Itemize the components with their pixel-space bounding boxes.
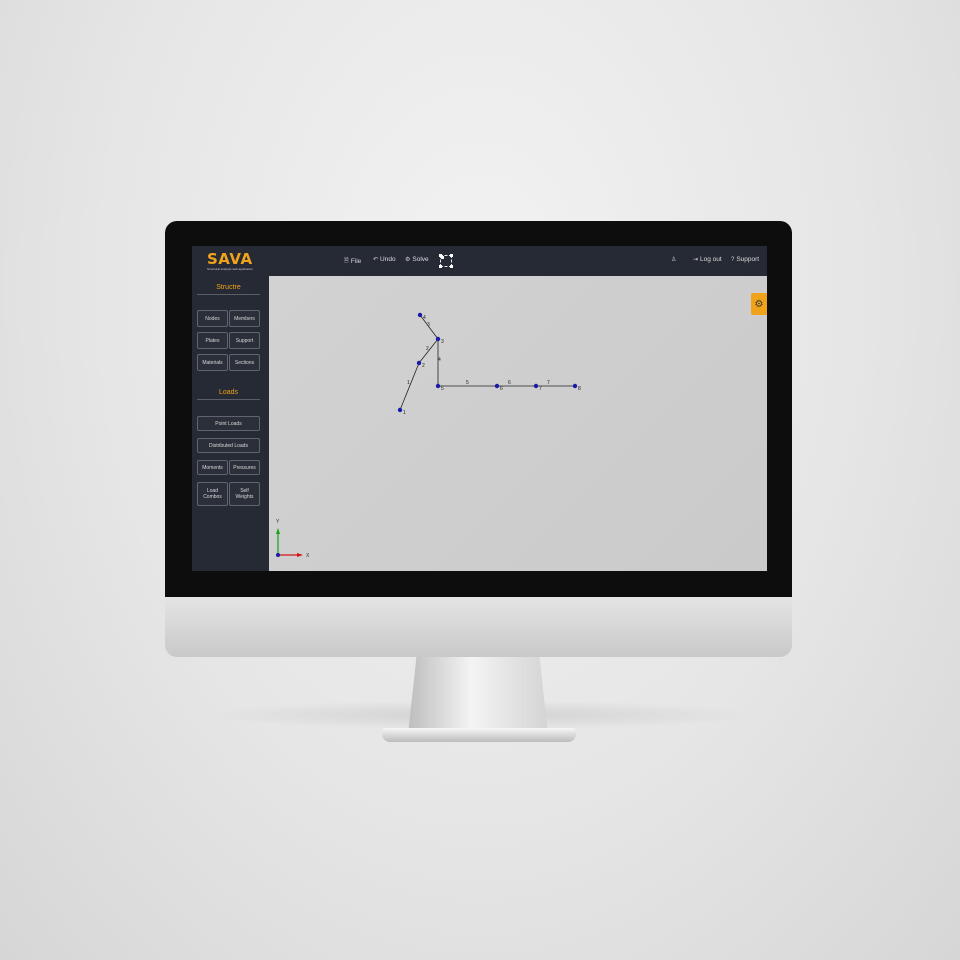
member-label: 6: [508, 380, 511, 386]
help-icon: ?: [731, 256, 735, 263]
support-button[interactable]: ? Support: [731, 256, 759, 263]
structure-section-title: Structre: [197, 284, 260, 295]
monitor-stand: [408, 657, 548, 735]
undo-button[interactable]: ↶ Undo: [373, 256, 396, 263]
member-label: 1: [407, 380, 410, 386]
distributed-loads-button[interactable]: Distributed Loads: [197, 438, 260, 453]
node-point[interactable]: [533, 383, 539, 389]
user-button[interactable]: ♙: [671, 256, 676, 263]
y-axis-arrow: [276, 528, 280, 534]
materials-button[interactable]: Materials: [197, 354, 228, 371]
plates-button[interactable]: Plates: [197, 332, 228, 349]
logout-button[interactable]: ⇥ Log out: [693, 256, 722, 263]
load-combos-button[interactable]: Load Combos: [197, 482, 228, 506]
axes-triad: Y X: [276, 519, 310, 559]
self-weights-button[interactable]: Self Weights: [229, 482, 260, 506]
node-point[interactable]: [417, 312, 423, 318]
node-label: 1: [403, 410, 406, 416]
node-point[interactable]: [435, 336, 441, 342]
nodes-button[interactable]: Nodes: [197, 310, 228, 327]
monitor-base: [382, 728, 576, 742]
support-label: Support: [736, 256, 760, 263]
x-axis-label: X: [306, 553, 310, 559]
selection-tool-icon[interactable]: [439, 254, 452, 267]
y-axis-label: Y: [276, 519, 280, 525]
members-button[interactable]: Members: [229, 310, 260, 327]
file-icon: 🗎: [344, 258, 349, 264]
point-loads-button[interactable]: Point Loads: [197, 416, 260, 431]
node-point[interactable]: [572, 383, 578, 389]
solve-button[interactable]: ⚙ Solve: [405, 256, 429, 263]
member-label: 7: [547, 380, 550, 386]
member-label: 3: [427, 322, 430, 328]
node-point[interactable]: [494, 383, 500, 389]
logo-text: SAVA: [207, 250, 253, 268]
undo-icon: ↶: [373, 257, 379, 263]
node-point[interactable]: [435, 383, 441, 389]
file-label: File: [350, 257, 362, 265]
solve-icon: ⚙: [405, 257, 411, 263]
model-viewport[interactable]: 1 2 3 4 5 6 7 1 2 3 4 5 6 7 8 Y X ⚙: [269, 276, 767, 571]
pressures-button[interactable]: Pressures: [229, 460, 260, 475]
node-label: 7: [539, 386, 542, 392]
logout-icon: ⇥: [693, 257, 699, 263]
sidebar: Structre Nodes Members Plates Support Ma…: [192, 276, 269, 571]
support-panel-button[interactable]: Support: [229, 332, 260, 349]
app-screen: SAVA Structural analysis web application…: [192, 246, 767, 571]
logo-subtitle: Structural analysis web application: [207, 267, 254, 271]
app-logo[interactable]: SAVA Structural analysis web application: [207, 250, 255, 272]
sections-button[interactable]: Sections: [229, 354, 260, 371]
node-label: 6: [500, 386, 503, 392]
member-label: 5: [466, 380, 469, 386]
undo-label: Undo: [380, 256, 396, 263]
loads-section-title: Loads: [197, 389, 260, 400]
file-menu[interactable]: 🗎 File: [344, 256, 361, 266]
z-axis-point: [276, 553, 280, 557]
member-label: 4: [438, 357, 441, 363]
monitor-chin: [165, 597, 792, 657]
node-label: 8: [578, 386, 581, 392]
solve-label: Solve: [412, 256, 429, 263]
x-axis-arrow: [297, 553, 303, 557]
member-line[interactable]: [399, 362, 420, 411]
member-label: 2: [426, 346, 429, 352]
user-icon: ♙: [671, 257, 677, 263]
node-label: 5: [441, 386, 444, 392]
top-bar: SAVA Structural analysis web application…: [192, 246, 767, 276]
settings-button[interactable]: ⚙: [751, 293, 767, 315]
gear-icon: ⚙: [754, 298, 764, 310]
node-label: 4: [423, 315, 426, 321]
structure-canvas[interactable]: 1 2 3 4 5 6 7 1 2 3 4 5 6 7 8 Y X: [269, 276, 767, 571]
moments-button[interactable]: Moments: [197, 460, 228, 475]
node-point[interactable]: [397, 407, 403, 413]
logout-label: Log out: [700, 256, 722, 263]
node-label: 3: [441, 339, 444, 345]
node-point[interactable]: [416, 360, 422, 366]
node-label: 2: [422, 363, 425, 369]
